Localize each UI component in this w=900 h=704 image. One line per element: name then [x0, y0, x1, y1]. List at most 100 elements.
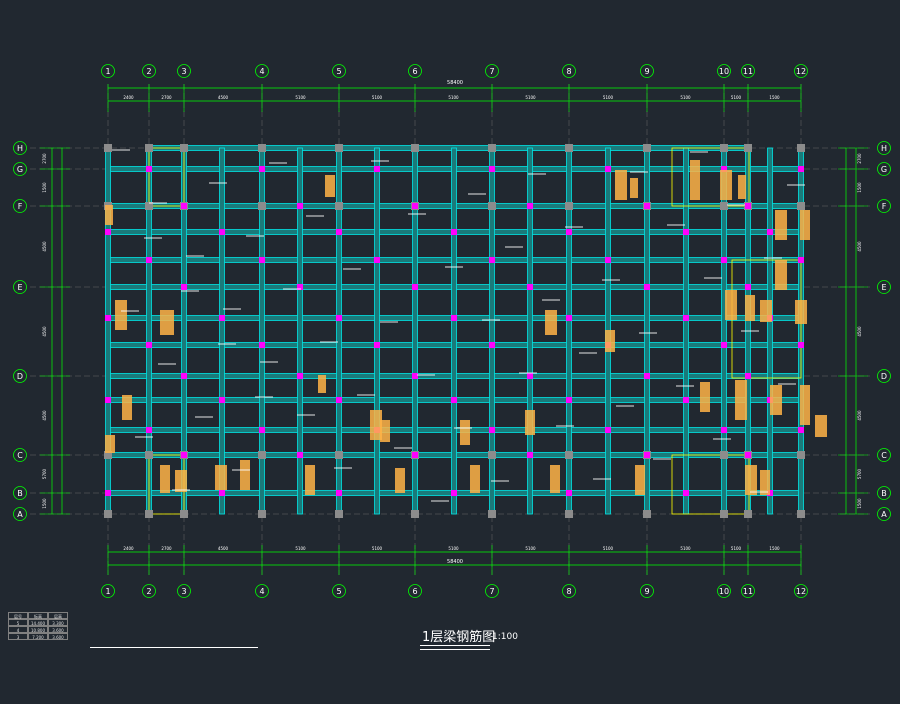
svg-text:7: 7 — [489, 587, 494, 596]
legend-cell: 层号 — [8, 612, 28, 619]
axis-bubble-C: C — [877, 448, 891, 462]
joint-marker — [259, 342, 265, 348]
joint-marker — [527, 203, 533, 209]
joint-marker — [566, 397, 572, 403]
rebar-note-block — [395, 468, 405, 493]
rebar-note-block — [720, 170, 732, 200]
svg-text:6: 6 — [412, 67, 417, 76]
joint-marker — [745, 284, 751, 290]
column — [411, 144, 419, 152]
rebar-note-block — [470, 465, 480, 493]
column — [411, 510, 419, 518]
joint-marker — [219, 397, 225, 403]
dim-bay-top: 5100 — [603, 95, 614, 100]
svg-text:12: 12 — [796, 67, 806, 76]
rebar-note-block — [760, 300, 772, 322]
column — [797, 144, 805, 152]
beam-vertical — [767, 147, 773, 515]
dim-bay-bottom: 2700 — [161, 546, 172, 551]
dim-bay-left: 1500 — [42, 498, 47, 509]
dim-bay-bottom: 1500 — [769, 546, 780, 551]
rebar-annotations — [105, 160, 827, 495]
svg-text:1: 1 — [105, 587, 110, 596]
dim-bay-top: 5100 — [448, 95, 459, 100]
axis-bubble-B: B — [877, 486, 891, 500]
dim-bay-bottom: 2400 — [123, 546, 134, 551]
joint-marker — [767, 229, 773, 235]
title-underline — [420, 645, 490, 650]
joint-marker — [489, 257, 495, 263]
column — [145, 451, 153, 459]
axis-bubble-7: 7 — [485, 584, 499, 598]
svg-text:A: A — [881, 510, 887, 519]
rebar-note-block — [815, 415, 827, 437]
drawing-canvas: 58400 58400 2400 2400 2700 2700 4500 4500 5100 51… — [0, 0, 900, 700]
rebar-note-block — [122, 395, 132, 420]
column — [565, 202, 573, 210]
joint-marker — [374, 342, 380, 348]
beam-plan: 5840058400240024002700270045004500510051… — [13, 64, 891, 598]
column — [797, 510, 805, 518]
axis-bubble-7: 7 — [485, 64, 499, 78]
joint-marker — [798, 427, 804, 433]
svg-text:C: C — [881, 451, 887, 460]
joint-marker — [259, 427, 265, 433]
rebar-note-block — [105, 205, 113, 225]
svg-text:8: 8 — [566, 67, 571, 76]
axis-bubble-H: H — [877, 141, 891, 155]
joint-marker — [566, 229, 572, 235]
joint-marker — [527, 284, 533, 290]
dim-bay-left: 4500 — [42, 241, 47, 252]
column — [744, 144, 752, 152]
joint-marker — [181, 373, 187, 379]
legend-cell: 7.200 — [28, 633, 48, 640]
dim-bay-right: 4500 — [857, 241, 862, 252]
svg-text:D: D — [17, 372, 23, 381]
rebar-note-block — [615, 170, 627, 200]
dim-bay-top: 5100 — [680, 95, 691, 100]
axis-bubble-10: 10 — [717, 64, 731, 78]
rebar-note-block — [775, 260, 787, 290]
axis-bubble-9: 9 — [640, 64, 654, 78]
axis-bubble-11: 11 — [741, 584, 755, 598]
svg-text:5: 5 — [336, 67, 341, 76]
axis-bubble-5: 5 — [332, 584, 346, 598]
rebar-note-block — [215, 465, 227, 490]
joint-marker — [412, 452, 418, 458]
joint-marker — [605, 257, 611, 263]
axis-bubble-3: 3 — [177, 64, 191, 78]
dim-bay-top: 4500 — [218, 95, 229, 100]
dim-bay-top: 2700 — [161, 95, 172, 100]
svg-text:E: E — [17, 283, 22, 292]
axis-bubble-6: 6 — [408, 584, 422, 598]
axis-bubble-1: 1 — [101, 64, 115, 78]
svg-text:12: 12 — [796, 587, 806, 596]
column — [565, 451, 573, 459]
svg-text:10: 10 — [719, 67, 729, 76]
axis-bubble-H: H — [13, 141, 27, 155]
dim-bay-bottom: 4500 — [218, 546, 229, 551]
beam-vertical — [527, 147, 533, 515]
axis-bubble-A: A — [877, 507, 891, 521]
dim-bay-bottom: 5100 — [372, 546, 383, 551]
dim-bay-top: 5100 — [731, 95, 742, 100]
joint-marker — [683, 490, 689, 496]
joint-marker — [798, 257, 804, 263]
joint-marker — [219, 490, 225, 496]
svg-text:9: 9 — [644, 67, 649, 76]
joint-marker — [336, 229, 342, 235]
beam-tags — [112, 149, 805, 502]
rebar-note-block — [525, 410, 535, 435]
sheet-title: 1层梁钢筋图 — [422, 630, 496, 645]
rebar-note-block — [738, 175, 746, 199]
joint-marker — [297, 373, 303, 379]
rebar-note-block — [175, 470, 187, 492]
joint-marker — [297, 203, 303, 209]
axis-bubble-8: 8 — [562, 584, 576, 598]
axis-bubble-1: 1 — [101, 584, 115, 598]
axis-bubble-10: 10 — [717, 584, 731, 598]
column — [258, 451, 266, 459]
column — [720, 451, 728, 459]
floor-legend-table: 层号 标高 层高 5 14.400 3.300 4 10.800 3.600 3 7.200 3.60… — [8, 612, 68, 640]
svg-text:10: 10 — [719, 587, 729, 596]
